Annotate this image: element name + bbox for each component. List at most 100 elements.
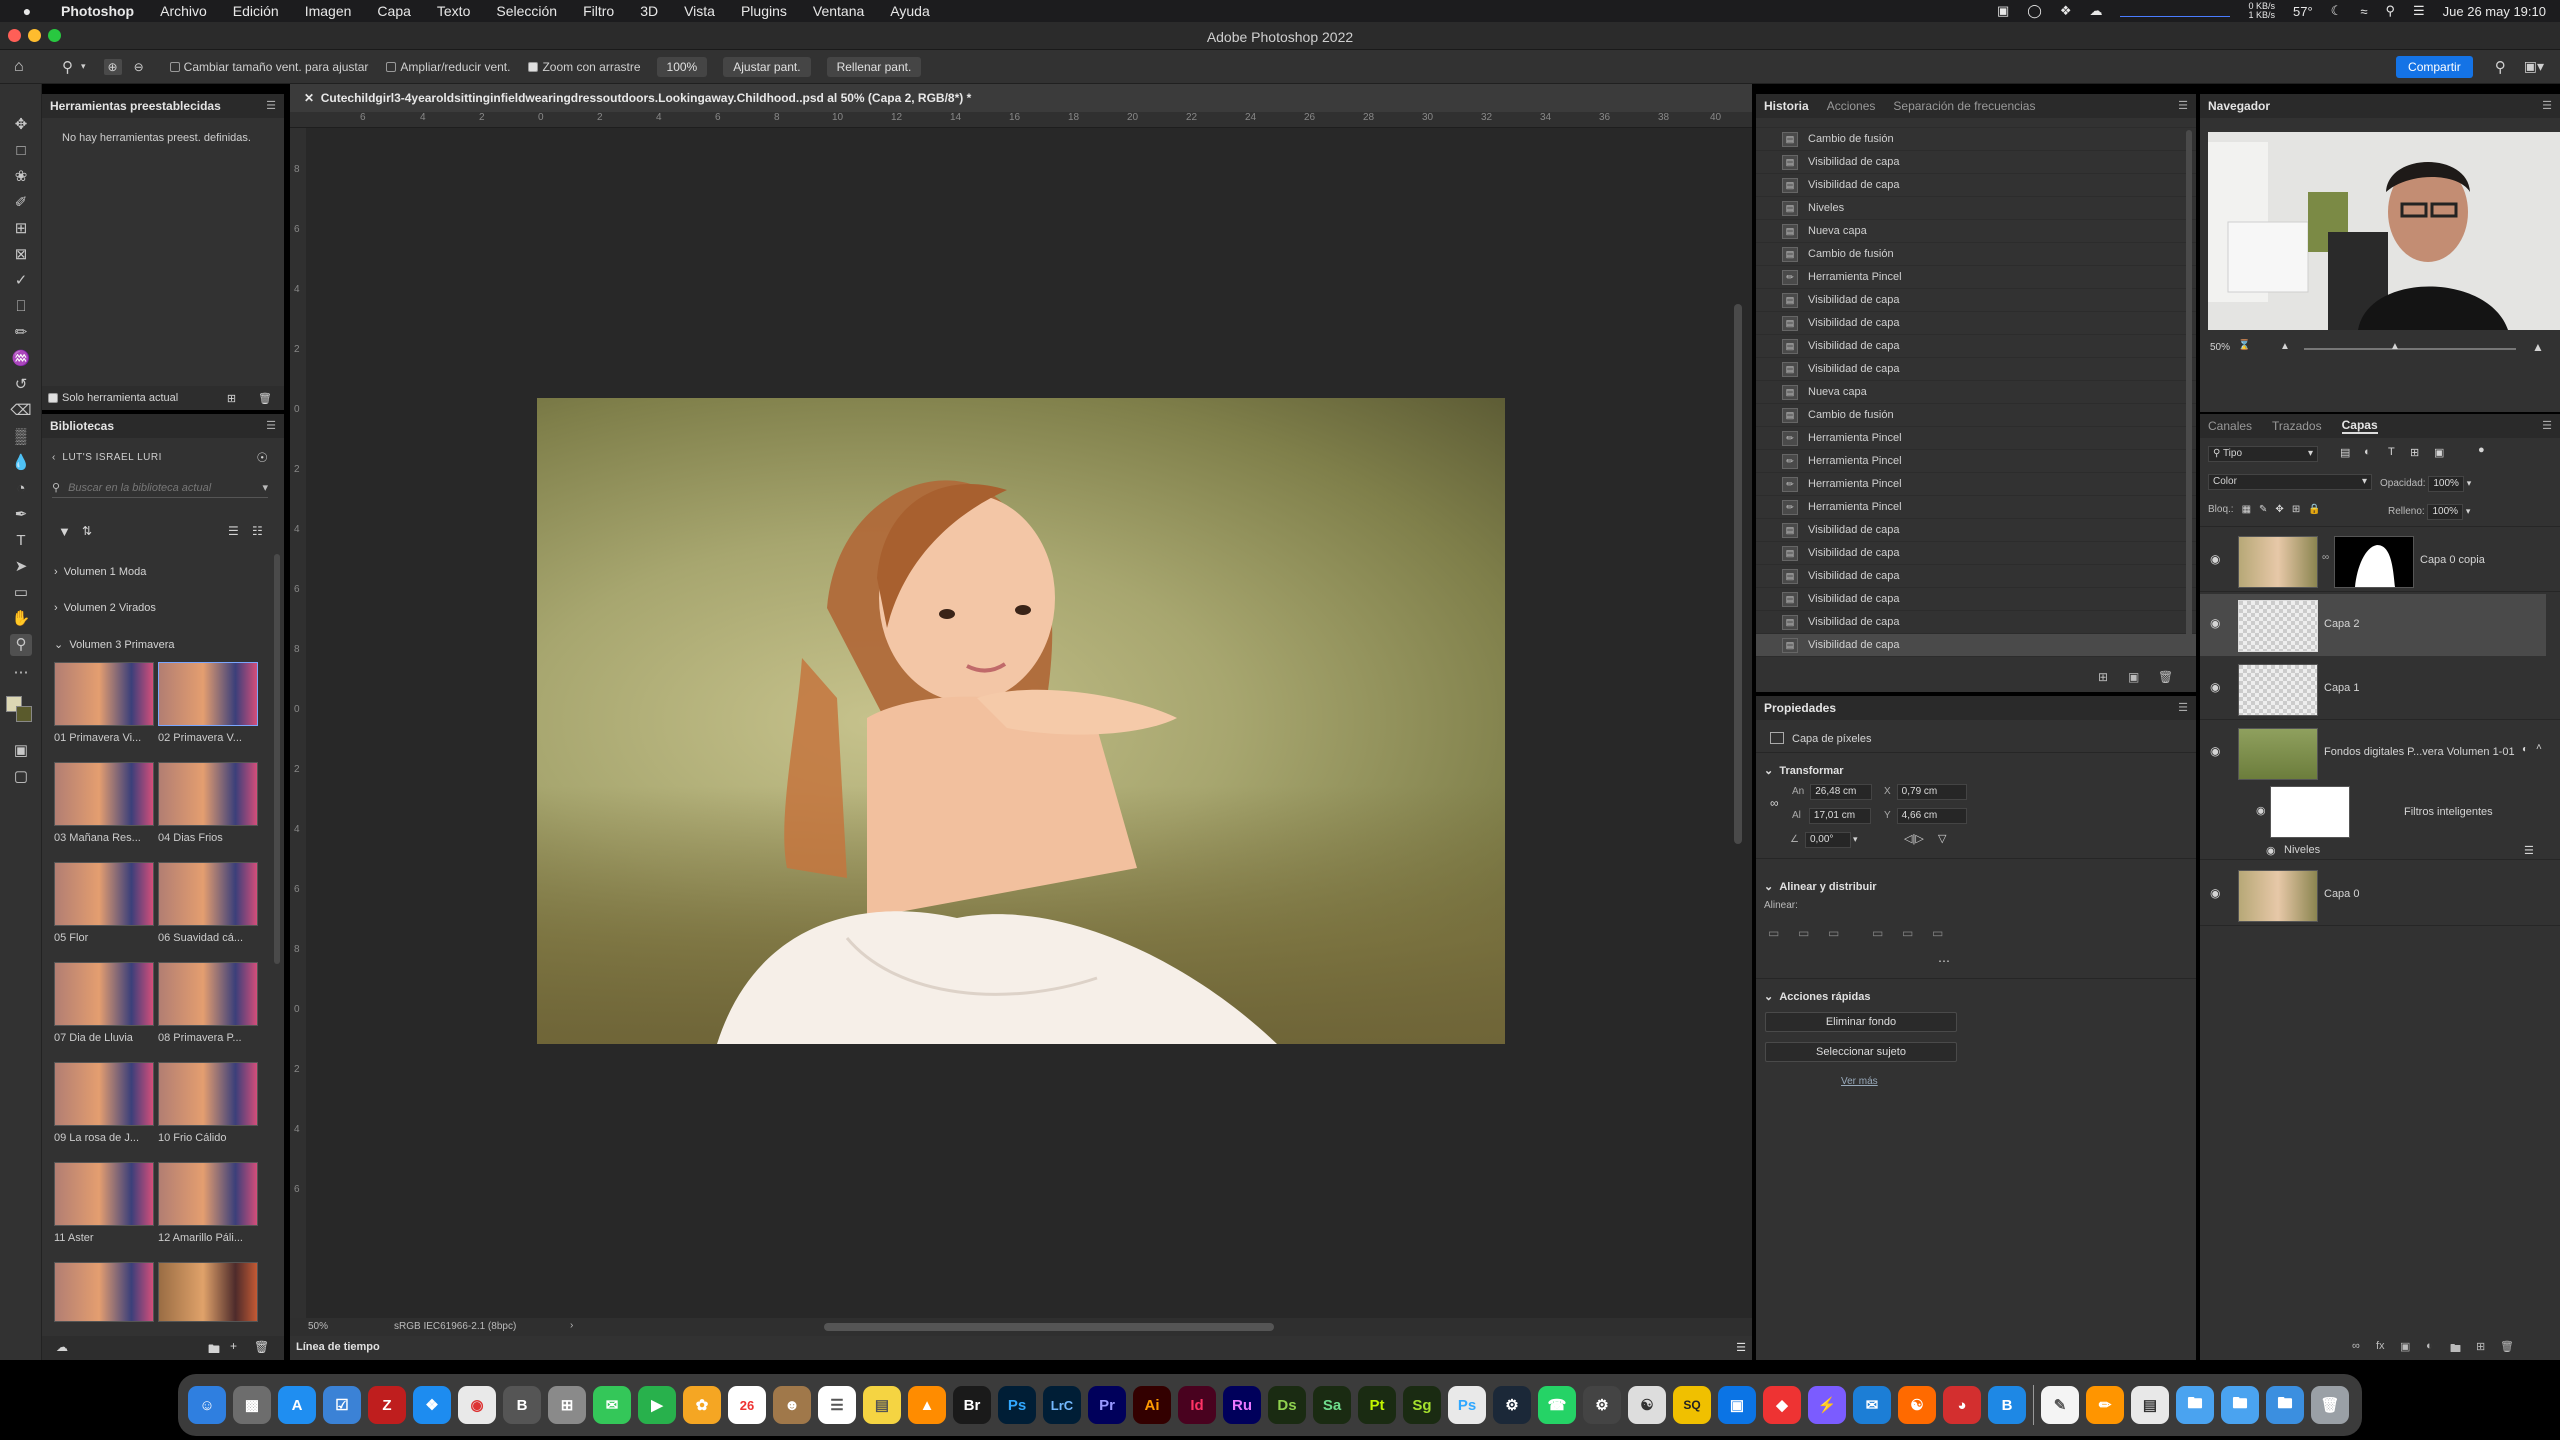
only-current-checkbox[interactable]	[48, 393, 58, 403]
new-preset-icon[interactable]: ⊞	[227, 392, 236, 405]
substance-sampler-icon[interactable]: Sa	[1313, 1386, 1351, 1424]
messenger-icon[interactable]: ⚡	[1808, 1386, 1846, 1424]
lock-image-icon[interactable]: ✎	[2259, 504, 2267, 515]
smart-filter-mask[interactable]	[2270, 786, 2350, 838]
move-tool-icon[interactable]: ✥	[10, 114, 32, 136]
filter-type-icon[interactable]: T	[2388, 446, 2395, 458]
history-item[interactable]: ✏ Herramienta Pincel	[1756, 266, 2196, 289]
lock-transparent-icon[interactable]: ▦	[2242, 504, 2251, 515]
frame-tool-icon[interactable]: ⊠	[10, 244, 32, 266]
layer-name[interactable]: Capa 2	[2324, 618, 2359, 630]
tab-canales[interactable]: Canales	[2208, 419, 2252, 433]
photos-icon[interactable]: ✿	[683, 1386, 721, 1424]
lock-artboard-icon[interactable]: ⊞	[2292, 504, 2300, 515]
substance-painter-icon[interactable]: Pt	[1358, 1386, 1396, 1424]
app-store-icon[interactable]: A	[278, 1386, 316, 1424]
menu-archivo[interactable]: Archivo	[147, 3, 220, 19]
align-section[interactable]: ⌄ Alinear y distribuir	[1764, 880, 1877, 893]
library-tile[interactable]: 09 La rosa de J...	[54, 1062, 154, 1148]
panel-menu-icon[interactable]: ☰	[2178, 701, 2188, 714]
eye-icon[interactable]: ◉	[2210, 680, 2220, 694]
quick-actions-section[interactable]: ⌄ Acciones rápidas	[1764, 990, 1870, 1003]
hand-tool-icon[interactable]: ✋	[10, 608, 32, 630]
quick-selection-tool-icon[interactable]: ✐	[10, 192, 32, 214]
control-center-icon[interactable]: ☰	[2413, 3, 2425, 19]
menu-ayuda[interactable]: Ayuda	[877, 3, 942, 19]
clock[interactable]: Jue 26 may 19:10	[2443, 4, 2546, 19]
trash-icon[interactable]: 🗑	[254, 1340, 269, 1354]
resize-windows-checkbox[interactable]: Cambiar tamaño vent. para ajustar	[169, 60, 368, 74]
library-share-icon[interactable]: ☉	[256, 450, 268, 466]
group-folder-icon[interactable]: 🖿	[2450, 1340, 2461, 1359]
history-item[interactable]: ▤ Cambio de fusión	[1756, 243, 2196, 266]
pencil-app-icon[interactable]: ✏	[2086, 1386, 2124, 1424]
zoom-in-mountain-icon[interactable]: ▲	[2532, 340, 2544, 354]
folder-icon[interactable]: 🖿	[208, 1340, 220, 1360]
shape-tool-icon[interactable]: ▭	[10, 582, 32, 604]
downloads-folder-icon[interactable]: 🖿	[2221, 1386, 2259, 1424]
layer-name[interactable]: Capa 1	[2324, 682, 2359, 694]
finder-icon[interactable]: ☺	[188, 1386, 226, 1424]
cloud-icon[interactable]: ☁	[2089, 3, 2102, 19]
navigator-preview[interactable]	[2208, 132, 2560, 330]
tab-acciones[interactable]: Acciones	[1827, 99, 1876, 113]
apple-icon[interactable]: ●	[18, 3, 36, 19]
filter-shape-icon[interactable]: ⊞	[2410, 446, 2419, 459]
library-tile[interactable]: 08 Primavera P...	[158, 962, 258, 1048]
panel-menu-icon[interactable]: ☰	[2542, 419, 2552, 432]
history-item[interactable]: ▤ Visibilidad de capa	[1756, 312, 2196, 335]
history-item[interactable]: ▤ Visibilidad de capa	[1756, 335, 2196, 358]
chain-icon[interactable]: ∞	[2322, 552, 2329, 563]
history-item[interactable]: ▤ Visibilidad de capa	[1756, 565, 2196, 588]
fx-icon[interactable]: fx	[2376, 1340, 2385, 1352]
navigator-zoom-value[interactable]: 50%	[2210, 342, 2230, 353]
vpn-app-icon[interactable]: ☑	[323, 1386, 361, 1424]
safari-icon[interactable]: ❖	[413, 1386, 451, 1424]
library-tile[interactable]: 11 Aster	[54, 1162, 154, 1248]
layer-row[interactable]: ◉ ∞ Capa 0 copia	[2200, 530, 2560, 592]
add-mask-icon[interactable]: ▣	[2400, 1340, 2410, 1353]
cloud-icon[interactable]: ☁	[56, 1340, 68, 1354]
fill-field[interactable]: 100%	[2427, 504, 2464, 520]
path-selection-tool-icon[interactable]: ➤	[10, 556, 32, 578]
chrome-icon[interactable]: ◉	[458, 1386, 496, 1424]
libraries-scrollbar[interactable]	[274, 554, 280, 964]
menu-3d[interactable]: 3D	[627, 3, 671, 19]
more-tools-icon[interactable]: ⋯	[10, 662, 32, 684]
new-document-from-state-icon[interactable]: ⊞	[2098, 670, 2108, 684]
mail-icon[interactable]: ✉	[1853, 1386, 1891, 1424]
trash-icon[interactable]: 🗑	[258, 392, 272, 405]
history-item[interactable]: ✏ Herramienta Pincel	[1756, 473, 2196, 496]
history-item[interactable]: ▤ Visibilidad de capa	[1756, 358, 2196, 381]
filter-toggle-icon[interactable]: ●	[2478, 444, 2485, 456]
eye-icon[interactable]: ◉	[2210, 616, 2220, 630]
bridge-icon[interactable]: Br	[953, 1386, 991, 1424]
zoom-out-icon[interactable]: ⊖	[130, 59, 148, 75]
brush-tool-icon[interactable]: ✏	[10, 322, 32, 344]
chevron-right-icon[interactable]: ›	[570, 1320, 573, 1331]
chevron-down-icon[interactable]: ▾	[2466, 506, 2471, 516]
select-subject-button[interactable]: Seleccionar sujeto	[1765, 1042, 1957, 1062]
type-tool-icon[interactable]: T	[10, 530, 32, 552]
history-item[interactable]: ▤ Niveles	[1756, 197, 2196, 220]
library-tile[interactable]: 07 Dia de Lluvia	[54, 962, 154, 1048]
trash-icon[interactable]: 🗑	[2311, 1386, 2349, 1424]
panel-menu-icon[interactable]: ☰	[2178, 99, 2188, 112]
history-item[interactable]: ✏ Herramienta Pincel	[1756, 450, 2196, 473]
menu-ventana[interactable]: Ventana	[800, 3, 877, 19]
sort-icon[interactable]: ⇅	[82, 524, 92, 538]
flip-vertical-icon[interactable]: ▽	[1938, 832, 1946, 845]
chevron-down-icon[interactable]: ▾	[1853, 834, 1858, 844]
height-field[interactable]: 17,01 cm	[1808, 808, 1871, 824]
layer-filter-select[interactable]: ⚲ Tipo ▾	[2208, 446, 2318, 462]
group-volumen-3[interactable]: ⌄ Volumen 3 Primavera	[54, 638, 175, 651]
remove-background-button[interactable]: Eliminar fondo	[1765, 1012, 1957, 1032]
network-speed[interactable]: 0 KB/s 1 KB/s	[2248, 2, 2275, 20]
anydesk-icon[interactable]: ◆	[1763, 1386, 1801, 1424]
snapshot-icon[interactable]: ▣	[2128, 670, 2139, 684]
group-volumen-1[interactable]: › Volumen 1 Moda	[54, 566, 146, 578]
history-item[interactable]: ▤ Nueva capa	[1756, 220, 2196, 243]
launchpad-icon[interactable]: ▩	[233, 1386, 271, 1424]
y-field[interactable]: 4,66 cm	[1896, 808, 1967, 824]
screen-mode-icon[interactable]: ▢	[10, 766, 32, 788]
